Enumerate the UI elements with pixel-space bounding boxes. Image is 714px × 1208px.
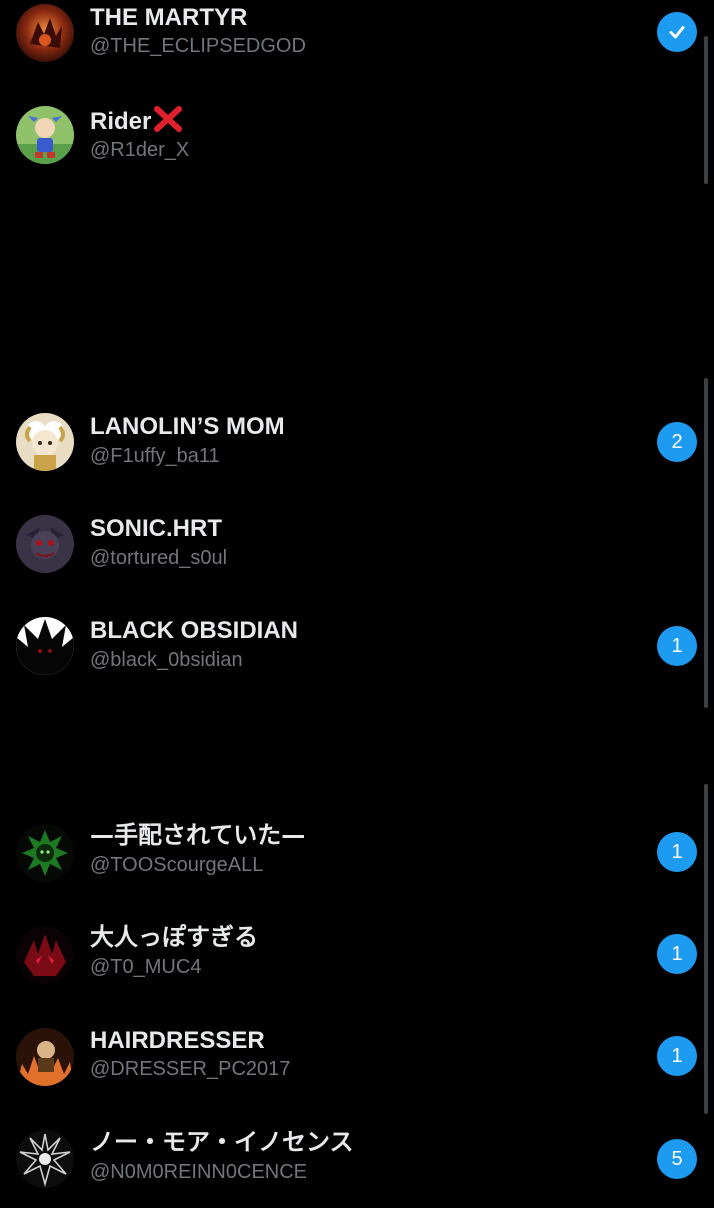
account-avatar bbox=[16, 1130, 74, 1188]
account-avatar bbox=[16, 1028, 74, 1086]
fire-character-avatar-icon bbox=[16, 1028, 74, 1086]
account-row-t0-muc4[interactable]: 大人っぽすぎる @T0_MUC4 1 bbox=[0, 908, 714, 1004]
account-row-hairdresser[interactable]: HAIRDRESSER @DRESSER_PC2017 1 bbox=[0, 1010, 714, 1106]
account-avatar bbox=[16, 824, 74, 882]
account-display-name: Rider bbox=[90, 106, 183, 136]
monochrome-spiky-avatar-icon bbox=[16, 1130, 74, 1188]
unread-count-badge: 1 bbox=[657, 1036, 697, 1076]
checkmark-icon bbox=[669, 26, 685, 39]
account-handle: @THE_ECLIPSEDGOD bbox=[90, 35, 306, 57]
account-handle: @F1uffy_ba11 bbox=[90, 445, 220, 467]
account-avatar bbox=[16, 515, 74, 573]
account-avatar bbox=[16, 926, 74, 984]
unread-count-badge: 5 bbox=[657, 1139, 697, 1179]
account-handle: @black_0bsidian bbox=[90, 649, 243, 671]
black-spiky-avatar-icon bbox=[16, 617, 74, 675]
red-x-emoji-icon bbox=[154, 106, 183, 132]
account-row-too-scourge-all[interactable]: —手配されていた— @TOOScourgeALL 1 bbox=[0, 806, 714, 902]
scrollbar-segment-top[interactable] bbox=[704, 36, 708, 184]
account-display-name: ノー・モア・イノセンス bbox=[90, 1128, 354, 1156]
account-display-name: LANOLIN’S MOM bbox=[90, 413, 285, 440]
unread-count-badge: 1 bbox=[657, 832, 697, 872]
red-demon-avatar-icon bbox=[16, 926, 74, 984]
account-display-name: 大人っぽすぎる bbox=[90, 923, 258, 951]
account-display-name: HAIRDRESSER bbox=[90, 1027, 265, 1054]
fiery-hedgehog-avatar-icon bbox=[16, 4, 74, 62]
green-scourge-avatar-icon bbox=[16, 824, 74, 882]
dark-hedgehog-avatar-icon bbox=[16, 515, 74, 573]
scrollbar-segment-middle[interactable] bbox=[704, 378, 708, 708]
account-handle: @DRESSER_PC2017 bbox=[90, 1058, 291, 1080]
account-handle: @T0_MUC4 bbox=[90, 956, 202, 978]
account-avatar bbox=[16, 4, 74, 62]
account-avatar bbox=[16, 413, 74, 471]
account-display-name-text: Rider bbox=[90, 108, 152, 135]
scrollbar-segment-bottom[interactable] bbox=[704, 784, 708, 1114]
selected-check-badge bbox=[657, 12, 697, 52]
account-row-no-more-innocence[interactable]: ノー・モア・イノセンス @N0M0REINN0CENCE 5 bbox=[0, 1112, 714, 1208]
unread-count-badge: 2 bbox=[657, 422, 697, 462]
account-handle: @N0M0REINN0CENCE bbox=[90, 1161, 308, 1183]
account-row-black-obsidian[interactable]: BLACK OBSIDIAN @black_0bsidian 1 bbox=[0, 602, 714, 698]
account-handle: @TOOScourgeALL bbox=[90, 854, 264, 876]
sheep-girl-avatar-icon bbox=[16, 413, 74, 471]
account-avatar bbox=[16, 617, 74, 675]
account-row-rider[interactable]: Rider @R1der_X bbox=[0, 92, 714, 188]
account-display-name: —手配されていた— bbox=[90, 821, 306, 849]
account-row-lanolins-mom[interactable]: LANOLIN’S MOM @F1uffy_ba11 2 bbox=[0, 398, 714, 494]
account-display-name: THE MARTYR bbox=[90, 4, 248, 31]
account-display-name: SONIC.HRT bbox=[90, 515, 222, 542]
account-display-name: BLACK OBSIDIAN bbox=[90, 617, 298, 644]
account-handle: @tortured_s0ul bbox=[90, 547, 228, 569]
unread-count-badge: 1 bbox=[657, 934, 697, 974]
account-avatar bbox=[16, 106, 74, 164]
cartoon-hedgehog-avatar-icon bbox=[16, 106, 74, 164]
account-handle: @R1der_X bbox=[90, 139, 190, 161]
unread-count-badge: 1 bbox=[657, 626, 697, 666]
account-row-sonic-hrt[interactable]: SONIC.HRT @tortured_s0ul bbox=[0, 500, 714, 596]
account-row-the-martyr[interactable]: THE MARTYR @THE_ECLIPSEDGOD bbox=[0, 0, 714, 82]
